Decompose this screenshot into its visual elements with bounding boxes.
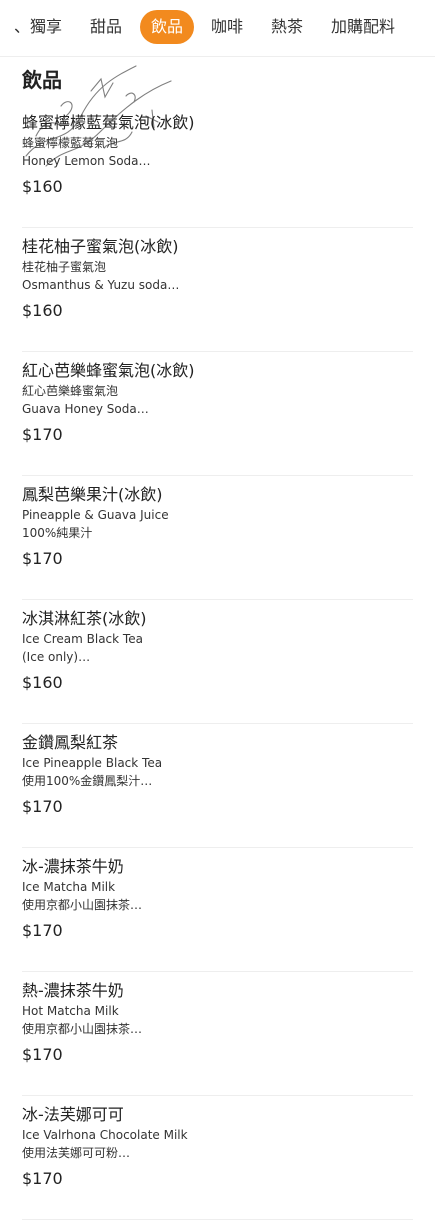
item-name: 冰-法芙娜可可 — [22, 1105, 124, 1124]
menu-item[interactable]: 桂花柚子蜜氣泡(冰飲) 桂花柚子蜜氣泡 Osmanthus & Yuzu sod… — [22, 228, 413, 352]
item-price: $170 — [22, 425, 63, 444]
drink-item-list: 蜂蜜檸檬藍莓氣泡(冰飲) 蜂蜜檸檬藍莓氣泡 Honey Lemon Soda… … — [0, 104, 435, 1220]
item-description: 桂花柚子蜜氣泡 — [22, 260, 107, 274]
item-description: Ice Cream Black Tea — [22, 632, 143, 646]
item-name: 金鑽鳳梨紅茶 — [22, 733, 119, 752]
item-price: $170 — [22, 1045, 63, 1064]
tab-coffee[interactable]: 咖啡 — [211, 10, 243, 44]
item-price: $160 — [22, 177, 63, 196]
item-name: 蜂蜜檸檬藍莓氣泡(冰飲) — [22, 113, 195, 132]
item-price: $170 — [22, 549, 63, 568]
item-description: 使用京都小山園抹茶… — [22, 898, 143, 912]
item-price: $170 — [22, 1169, 63, 1188]
item-description: Ice Valrhona Chocolate Milk — [22, 1128, 188, 1142]
item-price: $170 — [22, 921, 63, 940]
item-name: 紅心芭樂蜂蜜氣泡(冰飲) — [22, 361, 195, 380]
menu-item[interactable]: 紅心芭樂蜂蜜氣泡(冰飲) 紅心芭樂蜂蜜氣泡 Guava Honey Soda… … — [22, 352, 413, 476]
category-tab-bar: 、獨享 甜品 飲品 咖啡 熱茶 加購配料 — [0, 0, 435, 57]
menu-item[interactable]: 冰淇淋紅茶(冰飲) Ice Cream Black Tea (Ice only)… — [22, 600, 413, 724]
item-name: 桂花柚子蜜氣泡(冰飲) — [22, 237, 179, 256]
item-name: 鳳梨芭樂果汁(冰飲) — [22, 485, 163, 504]
menu-item[interactable]: 金鑽鳳梨紅茶 Ice Pineapple Black Tea 使用100%金鑽鳳… — [22, 724, 413, 848]
tab-hot-tea[interactable]: 熱茶 — [271, 10, 303, 44]
item-description: 100%純果汁 — [22, 526, 93, 540]
item-description: Hot Matcha Milk — [22, 1004, 119, 1018]
item-description: 使用100%金鑽鳳梨汁… — [22, 774, 153, 788]
menu-item[interactable]: 冰-濃抹茶牛奶 Ice Matcha Milk 使用京都小山園抹茶… $170 — [22, 848, 413, 972]
menu-item[interactable]: 熱-濃抹茶牛奶 Hot Matcha Milk 使用京都小山園抹茶… $170 — [22, 972, 413, 1096]
item-name: 冰-濃抹茶牛奶 — [22, 857, 124, 876]
item-description: (Ice only)… — [22, 650, 91, 664]
menu-item[interactable]: 蜂蜜檸檬藍莓氣泡(冰飲) 蜂蜜檸檬藍莓氣泡 Honey Lemon Soda… … — [22, 104, 413, 228]
section-title: 飲品 — [22, 68, 62, 92]
item-name: 熱-濃抹茶牛奶 — [22, 981, 124, 1000]
item-description: 使用法芙娜可可粉… — [22, 1146, 131, 1160]
item-description: Ice Pineapple Black Tea — [22, 756, 163, 770]
item-description: 紅心芭樂蜂蜜氣泡 — [22, 384, 119, 398]
item-description: Ice Matcha Milk — [22, 880, 116, 894]
menu-item[interactable]: 鳳梨芭樂果汁(冰飲) Pineapple & Guava Juice 100%純… — [22, 476, 413, 600]
item-price: $160 — [22, 301, 63, 320]
tab-drinks[interactable]: 飲品 — [140, 10, 195, 44]
tab-exclusive[interactable]: 、獨享 — [14, 10, 62, 44]
item-description: Pineapple & Guava Juice — [22, 508, 169, 522]
tab-add-ons[interactable]: 加購配料 — [331, 10, 395, 44]
tab-desserts[interactable]: 甜品 — [90, 10, 122, 44]
item-price: $170 — [22, 797, 63, 816]
item-name: 冰淇淋紅茶(冰飲) — [22, 609, 147, 628]
menu-item[interactable]: 冰-法芙娜可可 Ice Valrhona Chocolate Milk 使用法芙… — [22, 1096, 413, 1220]
item-description: Guava Honey Soda… — [22, 402, 149, 416]
item-description: 蜂蜜檸檬藍莓氣泡 — [22, 136, 119, 150]
item-price: $160 — [22, 673, 63, 692]
item-description: 使用京都小山園抹茶… — [22, 1022, 143, 1036]
item-description: Honey Lemon Soda… — [22, 154, 151, 168]
item-description: Osmanthus & Yuzu soda… — [22, 278, 180, 292]
